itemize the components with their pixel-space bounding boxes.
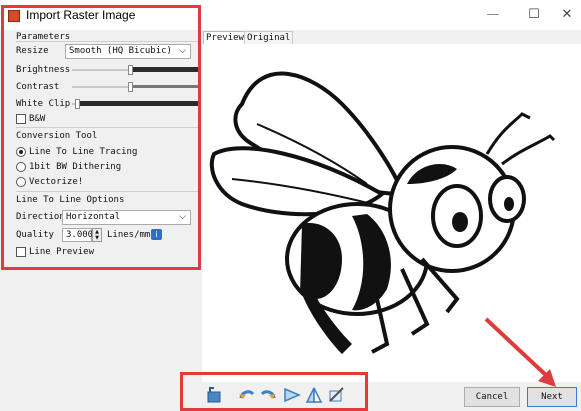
annotation-settings-highlight: [1, 5, 201, 270]
tab-original[interactable]: Original: [244, 31, 294, 45]
tab-preview[interactable]: Preview: [203, 31, 247, 45]
annotation-arrow: [484, 317, 556, 387]
maximize-button[interactable]: ☐: [518, 4, 550, 26]
panel-background: [8, 262, 202, 384]
minimize-button[interactable]: —: [477, 4, 509, 26]
annotation-toolbar-highlight: [180, 372, 368, 411]
close-button[interactable]: ✕: [551, 4, 581, 26]
